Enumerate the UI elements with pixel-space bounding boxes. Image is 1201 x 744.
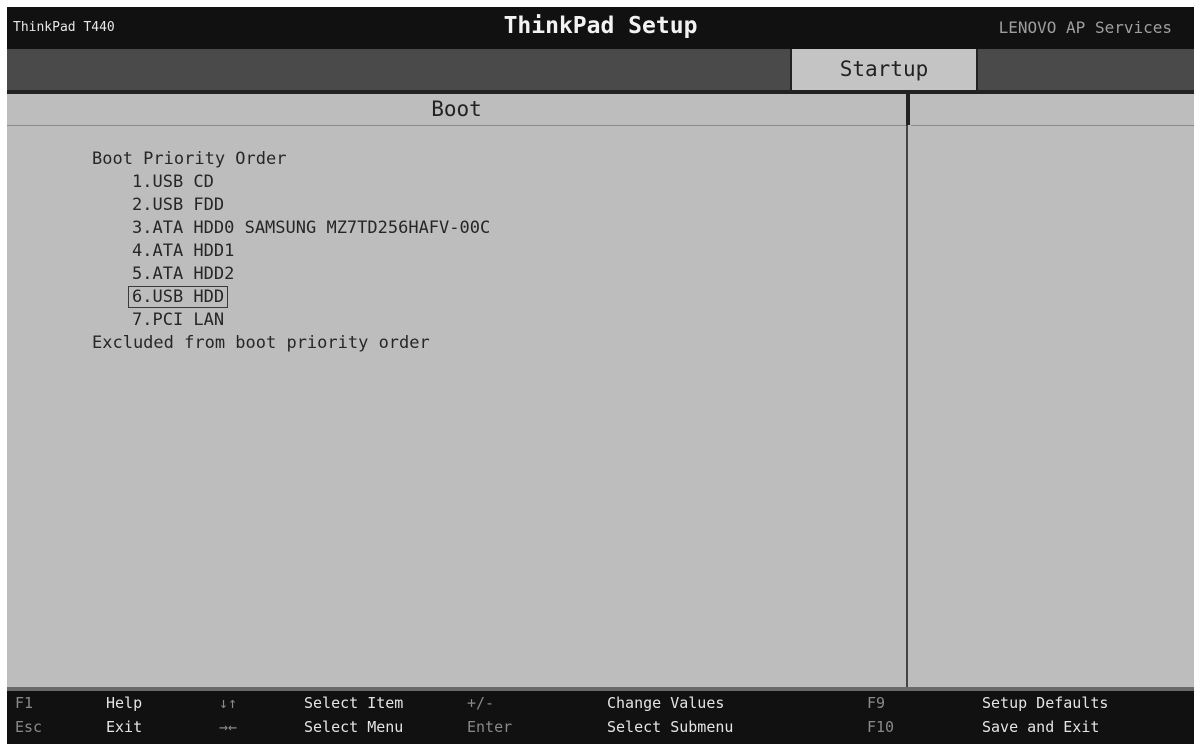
tab-startup[interactable]: Startup	[790, 49, 978, 90]
key-legend: F1 Help ↓↑ Select Item +/- Change Values…	[7, 691, 1194, 744]
key-enter: Enter	[467, 718, 513, 736]
label-setup-defaults: Setup Defaults	[982, 694, 1109, 712]
boot-priority-heading: Boot Priority Order	[92, 149, 287, 169]
boot-item-usb-fdd[interactable]: 2.USB FDD	[92, 194, 490, 217]
boot-item-ata-hdd2[interactable]: 5.ATA HDD2	[92, 263, 490, 286]
label-select-submenu: Select Submenu	[607, 718, 734, 736]
bios-screen: ThinkPad T440 ThinkPad Setup LENOVO AP S…	[7, 7, 1194, 744]
boot-item-pci-lan[interactable]: 7.PCI LAN	[92, 309, 490, 332]
tab-startup-label: Startup	[839, 57, 929, 81]
key-f10: F10	[867, 718, 895, 736]
key-left-right: →←	[219, 718, 238, 736]
excluded-heading: Excluded from boot priority order	[92, 333, 430, 353]
tab-bar: Startup	[7, 49, 1194, 90]
label-change-values: Change Values	[607, 694, 725, 712]
boot-item-usb-cd[interactable]: 1.USB CD	[92, 171, 490, 194]
boot-item-ata-hdd1[interactable]: 4.ATA HDD1	[92, 240, 490, 263]
panel-splitter	[906, 94, 908, 687]
title-bar: ThinkPad T440 ThinkPad Setup LENOVO AP S…	[7, 7, 1194, 49]
boot-item-ata-hdd0[interactable]: 3.ATA HDD0 SAMSUNG MZ7TD256HAFV-00C	[92, 217, 490, 240]
key-f1: F1	[15, 694, 34, 712]
label-exit: Exit	[106, 718, 143, 736]
label-select-item: Select Item	[304, 694, 404, 712]
boot-content: Boot Priority Order 1.USB CD 2.USB FDD 3…	[92, 148, 490, 355]
label-help: Help	[106, 694, 143, 712]
boot-item-usb-hdd[interactable]: 6.USB HDD	[92, 286, 490, 309]
help-panel-divider	[911, 125, 1194, 126]
boot-priority-list: 1.USB CD 2.USB FDD 3.ATA HDD0 SAMSUNG MZ…	[92, 171, 490, 332]
label-select-menu: Select Menu	[304, 718, 404, 736]
label-save-and-exit: Save and Exit	[982, 718, 1100, 736]
key-esc: Esc	[15, 718, 43, 736]
key-f9: F9	[867, 694, 886, 712]
key-up-down: ↓↑	[219, 694, 238, 712]
panel-splitter-mark	[906, 94, 910, 125]
key-plus-minus: +/-	[467, 694, 495, 712]
services-label: LENOVO AP Services	[998, 18, 1172, 37]
panel-header: Boot	[7, 94, 906, 126]
